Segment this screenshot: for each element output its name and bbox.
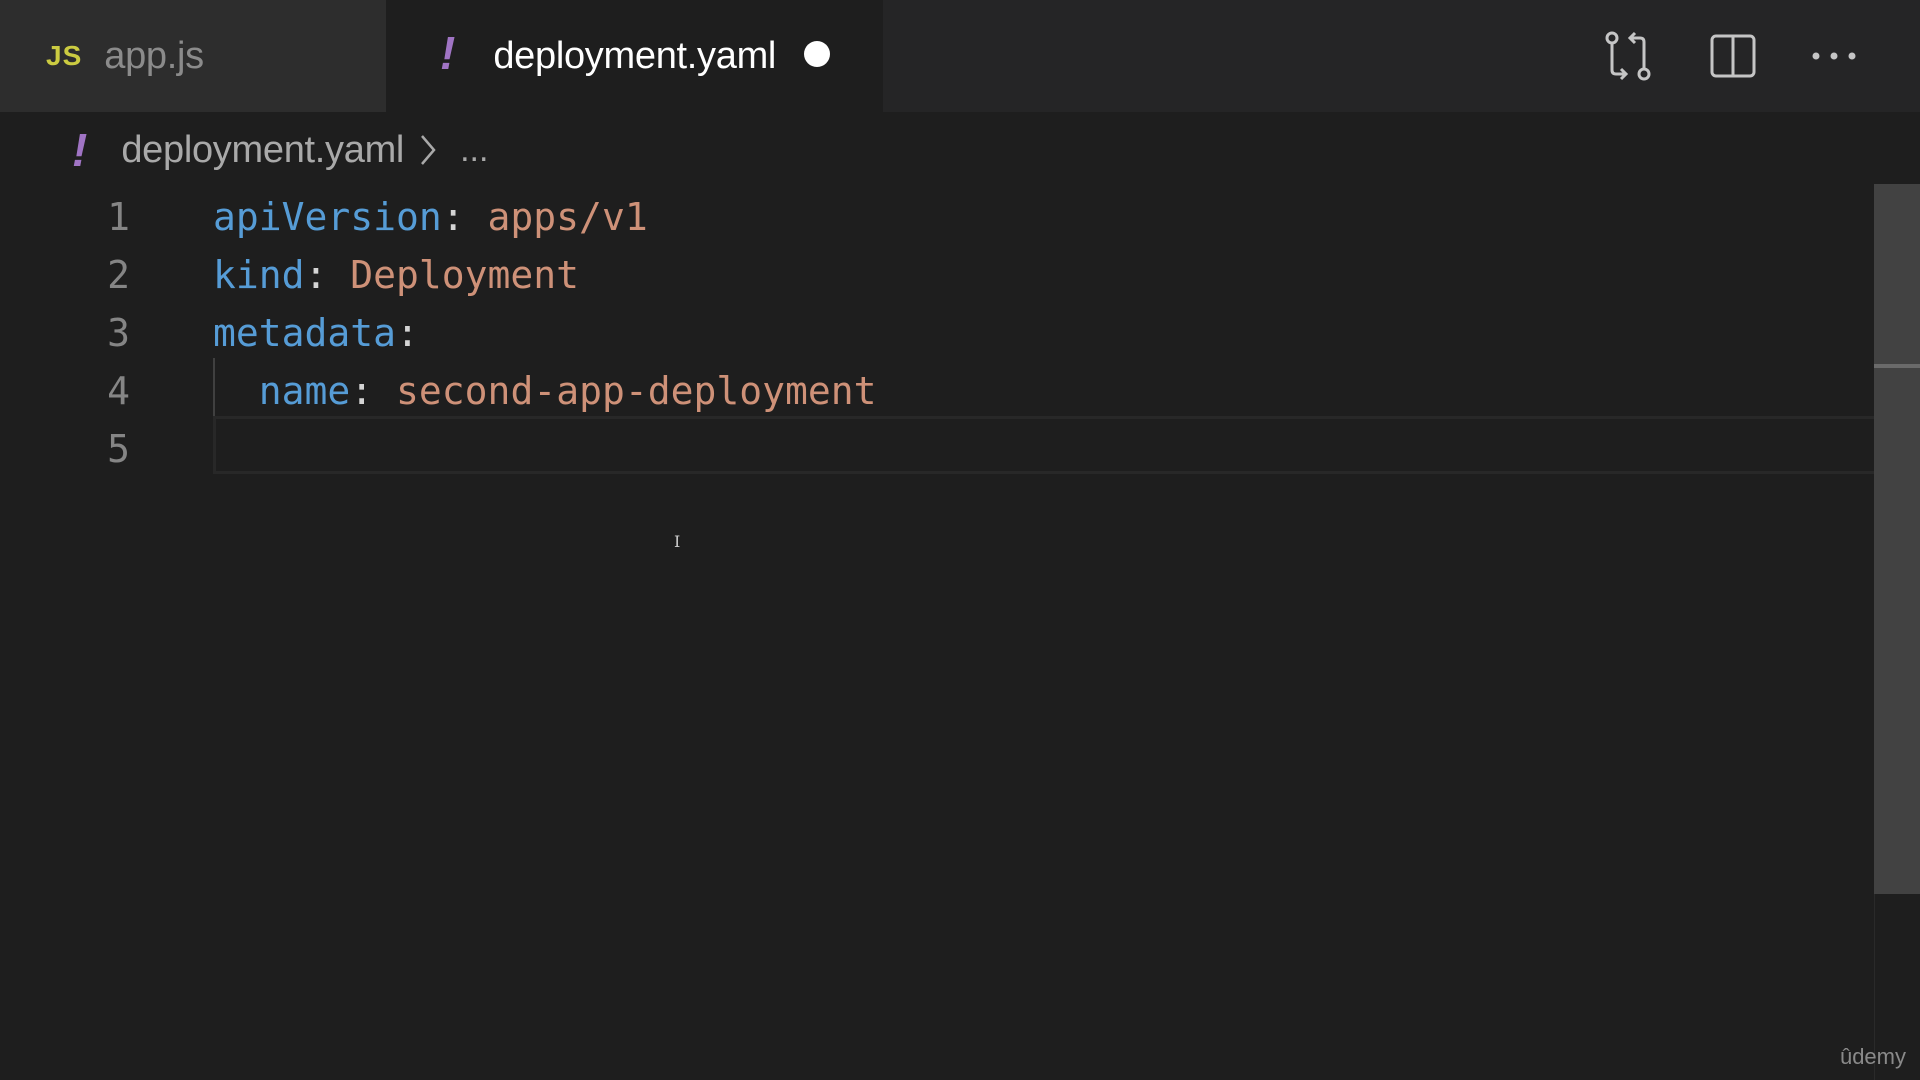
code-editor[interactable]: 1 apiVersion: apps/v1 2 kind: Deployment…	[0, 188, 1913, 1080]
javascript-file-icon: JS	[46, 40, 83, 71]
yaml-value: Deployment	[327, 253, 580, 297]
git-compare-icon[interactable]	[1602, 30, 1654, 82]
code-line[interactable]: 5	[0, 420, 1874, 478]
line-number: 3	[107, 311, 130, 355]
code-line[interactable]: 2 kind: Deployment	[0, 246, 1874, 304]
tab-deployment-yaml[interactable]: ! deployment.yaml	[386, 0, 883, 112]
yaml-colon: :	[396, 311, 419, 355]
line-number: 5	[107, 427, 130, 471]
editor-window: JS app.js ! deployment.yaml ! deployment…	[0, 0, 1920, 1080]
yaml-colon: :	[350, 369, 374, 413]
yaml-key: name	[213, 369, 351, 413]
code-text: name: second-app-deployment	[213, 369, 877, 413]
line-number: 1	[107, 195, 130, 239]
git-compare-icon-svg	[1605, 31, 1651, 81]
line-number: 4	[107, 369, 130, 413]
split-editor-icon[interactable]	[1707, 30, 1759, 82]
more-actions-icon-svg	[1812, 52, 1856, 60]
yaml-value: apps/v1	[464, 195, 648, 239]
breadcrumb-file[interactable]: deployment.yaml	[121, 129, 404, 172]
line-number: 2	[107, 253, 130, 297]
scrollbar-cursor-marker	[1874, 364, 1920, 368]
breadcrumb-symbols[interactable]: ...	[460, 131, 488, 170]
yaml-file-icon: !	[440, 27, 456, 79]
code-text: apiVersion: apps/v1	[213, 195, 648, 239]
split-editor-icon-svg	[1710, 34, 1756, 78]
code-line[interactable]: 1 apiVersion: apps/v1	[0, 188, 1874, 246]
text-cursor-icon: I	[674, 532, 681, 551]
code-line[interactable]: 4 name: second-app-deployment	[0, 362, 1874, 420]
scrollbar-thumb[interactable]	[1874, 184, 1920, 894]
code-text: metadata:	[213, 311, 419, 355]
breadcrumb: ! deployment.yaml ...	[0, 112, 1920, 188]
watermark: ûdemy	[1839, 1044, 1906, 1069]
yaml-colon: :	[304, 253, 328, 297]
tab-bar: JS app.js ! deployment.yaml	[0, 0, 1920, 112]
tab-label: deployment.yaml	[493, 34, 777, 77]
unsaved-changes-dot-icon[interactable]	[804, 41, 831, 67]
yaml-key: kind	[213, 253, 305, 297]
chevron-right-icon	[418, 132, 438, 168]
tab-app-js[interactable]: JS app.js	[0, 0, 386, 112]
yaml-colon: :	[441, 195, 465, 239]
code-line[interactable]: 3 metadata:	[0, 304, 1874, 362]
tab-label: app.js	[104, 34, 204, 77]
yaml-key: metadata	[213, 311, 397, 355]
yaml-file-icon: !	[72, 124, 88, 176]
code-text: kind: Deployment	[213, 253, 579, 297]
more-actions-icon[interactable]	[1808, 30, 1860, 82]
yaml-value: second-app-deployment	[373, 369, 877, 413]
yaml-key: apiVersion	[213, 195, 442, 239]
